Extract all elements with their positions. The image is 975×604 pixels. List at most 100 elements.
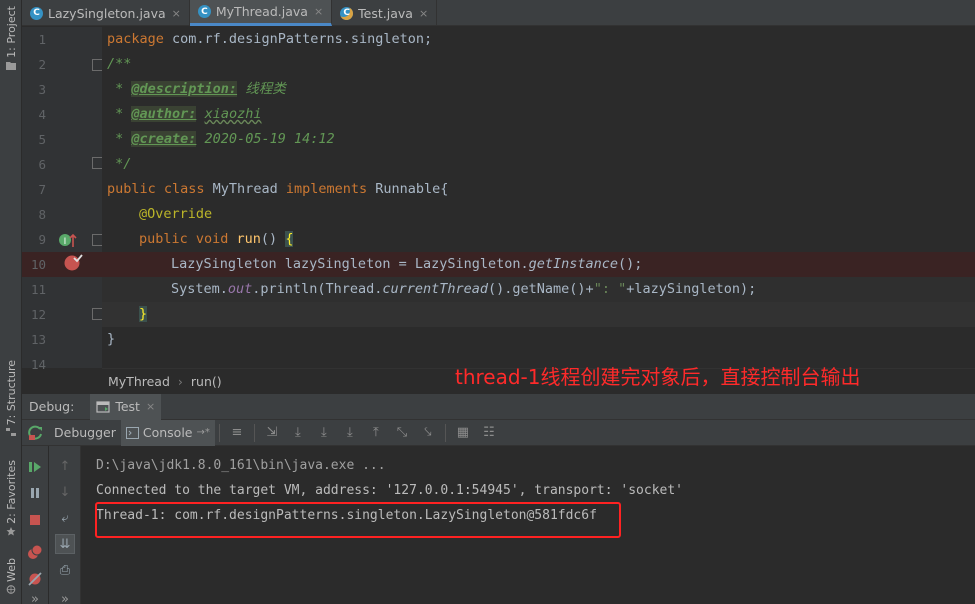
- pause-icon[interactable]: [27, 485, 43, 501]
- code-line-13: }: [107, 331, 116, 347]
- debug-session-tab[interactable]: Test ×: [90, 393, 162, 420]
- tab-console[interactable]: Console →*: [120, 419, 215, 446]
- resume-icon[interactable]: [27, 459, 43, 475]
- toolbar-separator: [218, 423, 220, 442]
- project-tool-tab[interactable]: 1: Project: [0, 6, 22, 70]
- toolbar-separator: [444, 423, 446, 442]
- code-line-7: public class MyThread implements Runnabl…: [107, 181, 449, 197]
- code-line-12: }: [139, 306, 148, 322]
- line-number: 12: [30, 307, 46, 322]
- debug-tool-window-header: Debug: Test ×: [22, 393, 975, 420]
- editor-gutter[interactable]: 1 2 3 4 5 6 7 8 9 10 11 12 13 14 I: [22, 27, 104, 372]
- breadcrumb-method[interactable]: run(): [191, 374, 222, 389]
- view-breakpoints-icon[interactable]: [27, 544, 43, 560]
- java-class-icon: C: [197, 5, 211, 18]
- tab-label: LazySingleton.java: [48, 5, 166, 21]
- step-out-icon[interactable]: ⤒: [368, 425, 384, 441]
- line-number: 8: [38, 207, 46, 222]
- down-stack-icon[interactable]: ↓: [57, 484, 73, 500]
- current-line-highlight: [102, 302, 975, 327]
- restore-layout-icon[interactable]: →*: [197, 427, 210, 438]
- soft-wrap-icon[interactable]: ⤶: [57, 510, 73, 526]
- favorites-tool-tab[interactable]: 2: Favorites: [0, 460, 22, 536]
- close-icon[interactable]: ×: [419, 7, 428, 20]
- tab-mythread[interactable]: C MyThread.java ×: [189, 0, 333, 26]
- console-side-toolbar: ↑ ↓ ⤶ ⇊ ⎙ »: [49, 446, 81, 604]
- line-number: 13: [30, 332, 46, 347]
- console-line: Connected to the target VM, address: '12…: [96, 483, 683, 498]
- rerun-icon[interactable]: [22, 425, 49, 441]
- up-stack-icon[interactable]: ↑: [57, 458, 73, 474]
- star-icon: [6, 526, 16, 536]
- line-number: 9: [38, 232, 46, 247]
- code-line-1: package com.rf.designPatterns.singleton;: [107, 31, 433, 47]
- code-line-6: */: [107, 156, 132, 172]
- more-icon[interactable]: »: [57, 591, 73, 604]
- java-main-class-icon: C: [340, 6, 354, 20]
- step-into-icon[interactable]: ⤓: [316, 425, 332, 441]
- print-icon[interactable]: ⎙: [57, 562, 73, 578]
- code-line-5: * @create: 2020-05-19 14:12: [107, 131, 335, 147]
- implements-method-icon[interactable]: I: [58, 231, 78, 249]
- run-config-icon: [96, 400, 110, 413]
- web-tool-tab[interactable]: Web: [0, 558, 22, 594]
- breadcrumb-class[interactable]: MyThread: [108, 374, 170, 389]
- run-to-cursor-icon[interactable]: ⤥: [420, 425, 436, 441]
- debug-session-label: Test: [115, 399, 140, 414]
- line-number: 4: [38, 107, 46, 122]
- line-number: 14: [30, 357, 46, 372]
- show-execution-point-icon[interactable]: ⇲: [264, 425, 280, 441]
- close-icon[interactable]: ×: [146, 400, 155, 413]
- line-number: 5: [38, 132, 46, 147]
- svg-text:I: I: [64, 237, 67, 247]
- mute-breakpoints-icon[interactable]: [27, 571, 43, 587]
- line-number: 6: [38, 157, 46, 172]
- line-number: 7: [38, 182, 46, 197]
- step-over-icon[interactable]: ⤓: [290, 425, 306, 441]
- favorites-tab-label: 2: Favorites: [4, 460, 18, 524]
- line-number: 3: [38, 82, 46, 97]
- tab-debugger[interactable]: Debugger: [49, 420, 121, 446]
- line-number: 2: [38, 57, 46, 72]
- structure-tool-tab[interactable]: 7: Structure: [0, 360, 22, 437]
- toolbar-separator: [253, 423, 255, 442]
- editor-tab-bar: C LazySingleton.java × C MyThread.java ×…: [22, 0, 975, 26]
- menu-lines-icon[interactable]: ≡: [229, 425, 245, 441]
- globe-icon: [6, 585, 16, 594]
- line-number: 1: [38, 32, 46, 47]
- web-tab-label: Web: [4, 558, 18, 582]
- red-highlight-box: [95, 502, 621, 538]
- structure-tab-label: 7: Structure: [4, 360, 18, 426]
- console-line: D:\java\jdk1.8.0_161\bin\java.exe ...: [96, 458, 386, 473]
- trace-icon[interactable]: ☷: [481, 425, 497, 441]
- drop-frame-icon[interactable]: ⤡: [394, 425, 410, 441]
- project-tab-label: 1: Project: [4, 6, 18, 58]
- scroll-to-end-icon[interactable]: ⇊: [55, 534, 75, 554]
- code-line-3: * @description: 线程类: [107, 81, 286, 97]
- left-tool-stripe: 1: Project 7: Structure 2: Favorites Web: [0, 0, 22, 604]
- debug-toolbar: Debugger Console →* ≡ ⇲ ⤓ ⤓ ⤓ ⤒ ⤡ ⤥ ▦ ☷: [22, 419, 975, 446]
- line-number: 10: [30, 257, 46, 272]
- breakpoint-icon[interactable]: [63, 253, 83, 271]
- code-line-11: System.out.println(Thread.currentThread(…: [171, 281, 757, 297]
- console-icon: [125, 426, 139, 439]
- more-icon[interactable]: »: [27, 591, 43, 604]
- code-editor[interactable]: package com.rf.designPatterns.singleton;…: [102, 27, 975, 368]
- close-icon[interactable]: ×: [172, 7, 181, 20]
- code-line-2: /**: [107, 56, 132, 72]
- stop-icon[interactable]: [27, 512, 43, 528]
- java-class-icon: C: [30, 6, 43, 20]
- debug-label: Debug:: [29, 399, 75, 414]
- line-number: 11: [30, 282, 46, 297]
- debugger-tab-label: Debugger: [54, 425, 116, 440]
- evaluate-expression-icon[interactable]: ▦: [455, 425, 471, 441]
- tab-label: MyThread.java: [215, 4, 308, 19]
- force-step-into-icon[interactable]: ⤓: [342, 425, 358, 441]
- close-icon[interactable]: ×: [314, 5, 323, 18]
- code-line-10: LazySingleton lazySingleton = LazySingle…: [171, 256, 643, 272]
- red-annotation-text: thread-1线程创建完对象后，直接控制台输出: [455, 365, 861, 389]
- console-tab-label: Console: [142, 425, 193, 440]
- tab-lazysingleton[interactable]: C LazySingleton.java ×: [22, 0, 190, 26]
- tab-label: Test.java: [358, 5, 413, 21]
- tab-test[interactable]: C Test.java ×: [332, 0, 438, 26]
